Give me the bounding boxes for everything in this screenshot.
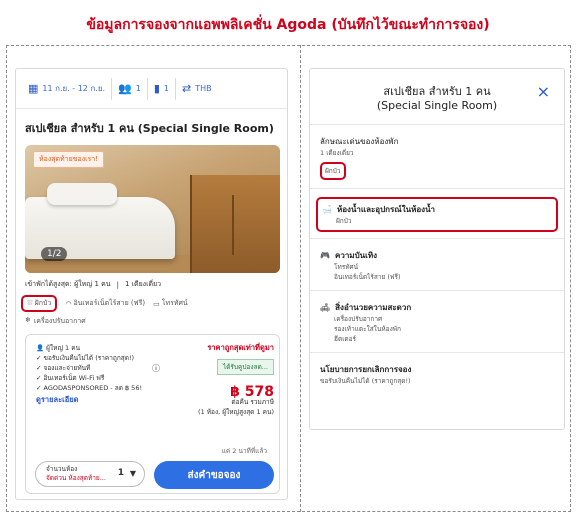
section-comfort: 🛋 สิ่งอำนวยความสะดวก เครื่องปรับอากาศ รอ… [310,291,564,353]
section-bathroom: 🛁 ห้องน้ำและอุปกรณ์ในห้องน้ำ ฝักบัว [310,189,564,239]
guests-count: 1 [135,84,141,93]
entertainment-item: โทรทัศน์ [334,263,359,271]
features-title: ลักษณะเด่นของห้องพัก [320,137,399,146]
photo-pillow [47,183,117,205]
section-features: ลักษณะเด่นของห้องพัก 1 เตียงเดี่ยว ฝักบั… [310,125,564,189]
cancel-title: นโยบายการยกเลิกการจอง [320,365,412,374]
price: ฿ 578 [230,384,274,400]
person-icon: 👤 [36,344,45,352]
room-photo[interactable]: ห้องสุดท้ายของเรา! 1/2 [25,145,280,273]
people-icon: 👥 [118,82,132,95]
room-details-screen: สเปเชียล สำหรับ 1 คน (Special Single Roo… [309,68,565,430]
benefit-3: ✓ อินเทอร์เน็ต Wi-Fi ฟรี [36,374,105,382]
bed-text: 1 เตียงเดี่ยว [124,280,162,288]
photo-counter: 1/2 [41,247,68,261]
per-night-label: ต่อคืน รวมภาษี [231,398,274,406]
sofa-icon: 🛋 [320,303,331,312]
date-range-selector[interactable]: ▦ 11 ก.ย. - 12 ก.ย. [22,77,113,100]
amenity-wifi: ◠ อินเทอร์เน็ตไร้สาย (ฟรี) [65,299,146,308]
last-room-badge: ห้องสุดท้ายของเรา! [33,151,104,168]
features-bed: 1 เตียงเดี่ยว [320,149,354,157]
amenity-row: ⛆ ฝักบัว ◠ อินเทอร์เน็ตไร้สาย (ฟรี) ▭ โท… [16,290,287,312]
snowflake-icon: ❄ [25,316,31,324]
last-booked-text: แค่ 2 นาทีที่แล้ว [221,447,267,455]
coupon-badge[interactable]: ได้รับคูปองลด... [216,359,274,375]
search-summary-bar[interactable]: ▦ 11 ก.ย. - 12 ก.ย. 👥 1 ▮ 1 ⇄ THB [16,69,287,109]
section-cancellation: นโยบายการยกเลิกการจอง ขอรับเงินคืนไม่ได้… [310,353,564,394]
section-entertainment: 🎮 ความบันเทิง โทรทัศน์ อินเทอร์เน็ตไร้สา… [310,239,564,291]
currency-selector[interactable]: ⇄ THB [176,78,218,100]
photo-cabinet [190,175,280,273]
room-capacity-line: เข้าพักได้สูงสุด: ผู้ใหญ่ 1 คน | 1 เตียง… [16,273,287,290]
info-icon[interactable]: ⓘ [152,363,160,374]
gamepad-icon: 🎮 [320,251,330,260]
comfort-item: รองเท้าแตะใส่ในห้องพัก [334,325,401,333]
entertainment-item: อินเทอร์เน็ตไร้สาย (ฟรี) [334,273,401,281]
room-listing-screen: ▦ 11 ก.ย. - 12 ก.ย. 👥 1 ▮ 1 ⇄ THB สเปเชี… [15,68,288,500]
bathroom-item: ฝักบัว [336,217,352,225]
shower-icon: ⛆ [27,299,33,307]
guests-selector[interactable]: 👥 1 [112,77,148,100]
chevron-down-icon: ▼ [129,469,136,478]
benefit-4: ✓ AGODASPONSORED - ลด ฿ 56! [36,384,143,392]
details-link[interactable]: ดูรายละเอียด [36,395,158,405]
comfort-item: ฮีตเตอร์ [334,335,357,343]
rooms-selector[interactable]: ▮ 1 [148,77,177,100]
comfort-title: สิ่งอำนวยความสะดวก [335,303,412,312]
room-quantity-select[interactable]: จำนวนห้อง จัดด่วน ห้องสุดท้าย... 1 ▼ [35,461,145,487]
benefit-1: ✓ ขอรับเงินคืนไม่ได้ (ราคาถูกสุด!) [36,354,135,362]
room-details-header: สเปเชียล สำหรับ 1 คน (Special Single Roo… [310,69,564,125]
calendar-icon: ▦ [28,82,39,95]
frame-divider [300,45,301,512]
rooms-count: 1 [163,84,170,93]
features-shower: ฝักบัว [320,162,346,180]
date-range: 11 ก.ย. - 12 ก.ย. [42,84,106,93]
per-night-sub: (1 ห้อง, ผู้ใหญ่สูงสุด 1 คน) [198,408,274,416]
book-button[interactable]: ส่งคำขอจอง [154,461,274,489]
benefit-2: ✓ จองและจ่ายทันที [36,364,91,372]
wifi-icon: ◠ [65,299,72,308]
comfort-item: เครื่องปรับอากาศ [334,315,383,323]
currency: THB [195,84,212,93]
tv-icon: ▭ [153,299,160,308]
amenity-shower: ⛆ ฝักบัว [21,295,58,312]
door-icon: ▮ [153,82,160,95]
header-title: สเปเชียล สำหรับ 1 คน [383,85,491,98]
amenity-aircon: ❄ เครื่องปรับอากาศ [25,316,86,325]
cancel-item: ขอรับเงินคืนไม่ได้ (ราคาถูกสุด!) [320,377,411,385]
entertainment-title: ความบันเทิง [334,251,378,260]
close-icon[interactable]: × [537,84,550,100]
bathroom-icon: 🛁 [322,205,332,214]
currency-icon: ⇄ [182,82,192,95]
separator: | [116,280,119,289]
page-title: ข้อมูลการจองจากแอพพลิเคชั่น Agoda (บันทึ… [86,17,490,33]
bathroom-title: ห้องน้ำและอุปกรณ์ในห้องน้ำ [336,205,436,214]
offer-card: 👤 ผู้ใหญ่ 1 คน ✓ ขอรับเงินคืนไม่ได้ (ราค… [25,334,280,494]
occupancy-text: เข้าพักได้สูงสุด: ผู้ใหญ่ 1 คน [25,280,111,288]
room-title: สเปเชียล สำหรับ 1 คน (Special Single Roo… [25,122,274,135]
bathroom-highlight: 🛁 ห้องน้ำและอุปกรณ์ในห้องน้ำ ฝักบัว [316,197,558,232]
header-subtitle: (Special Single Room) [376,99,498,112]
offer-benefits: 👤 ผู้ใหญ่ 1 คน ✓ ขอรับเงินคืนไม่ได้ (ราค… [36,343,158,405]
offer-pricing: ราคาถูกสุดเท่าที่ดูมา ได้รับคูปองลด... ฿… [166,343,274,417]
qty-value: 1 [117,468,124,478]
amenity-tv: ▭ โทรทัศน์ [153,299,188,308]
adults-line: 👤 ผู้ใหญ่ 1 คน [36,344,81,352]
lowest-price-label: ราคาถูกสุดเท่าที่ดูมา [207,343,274,352]
